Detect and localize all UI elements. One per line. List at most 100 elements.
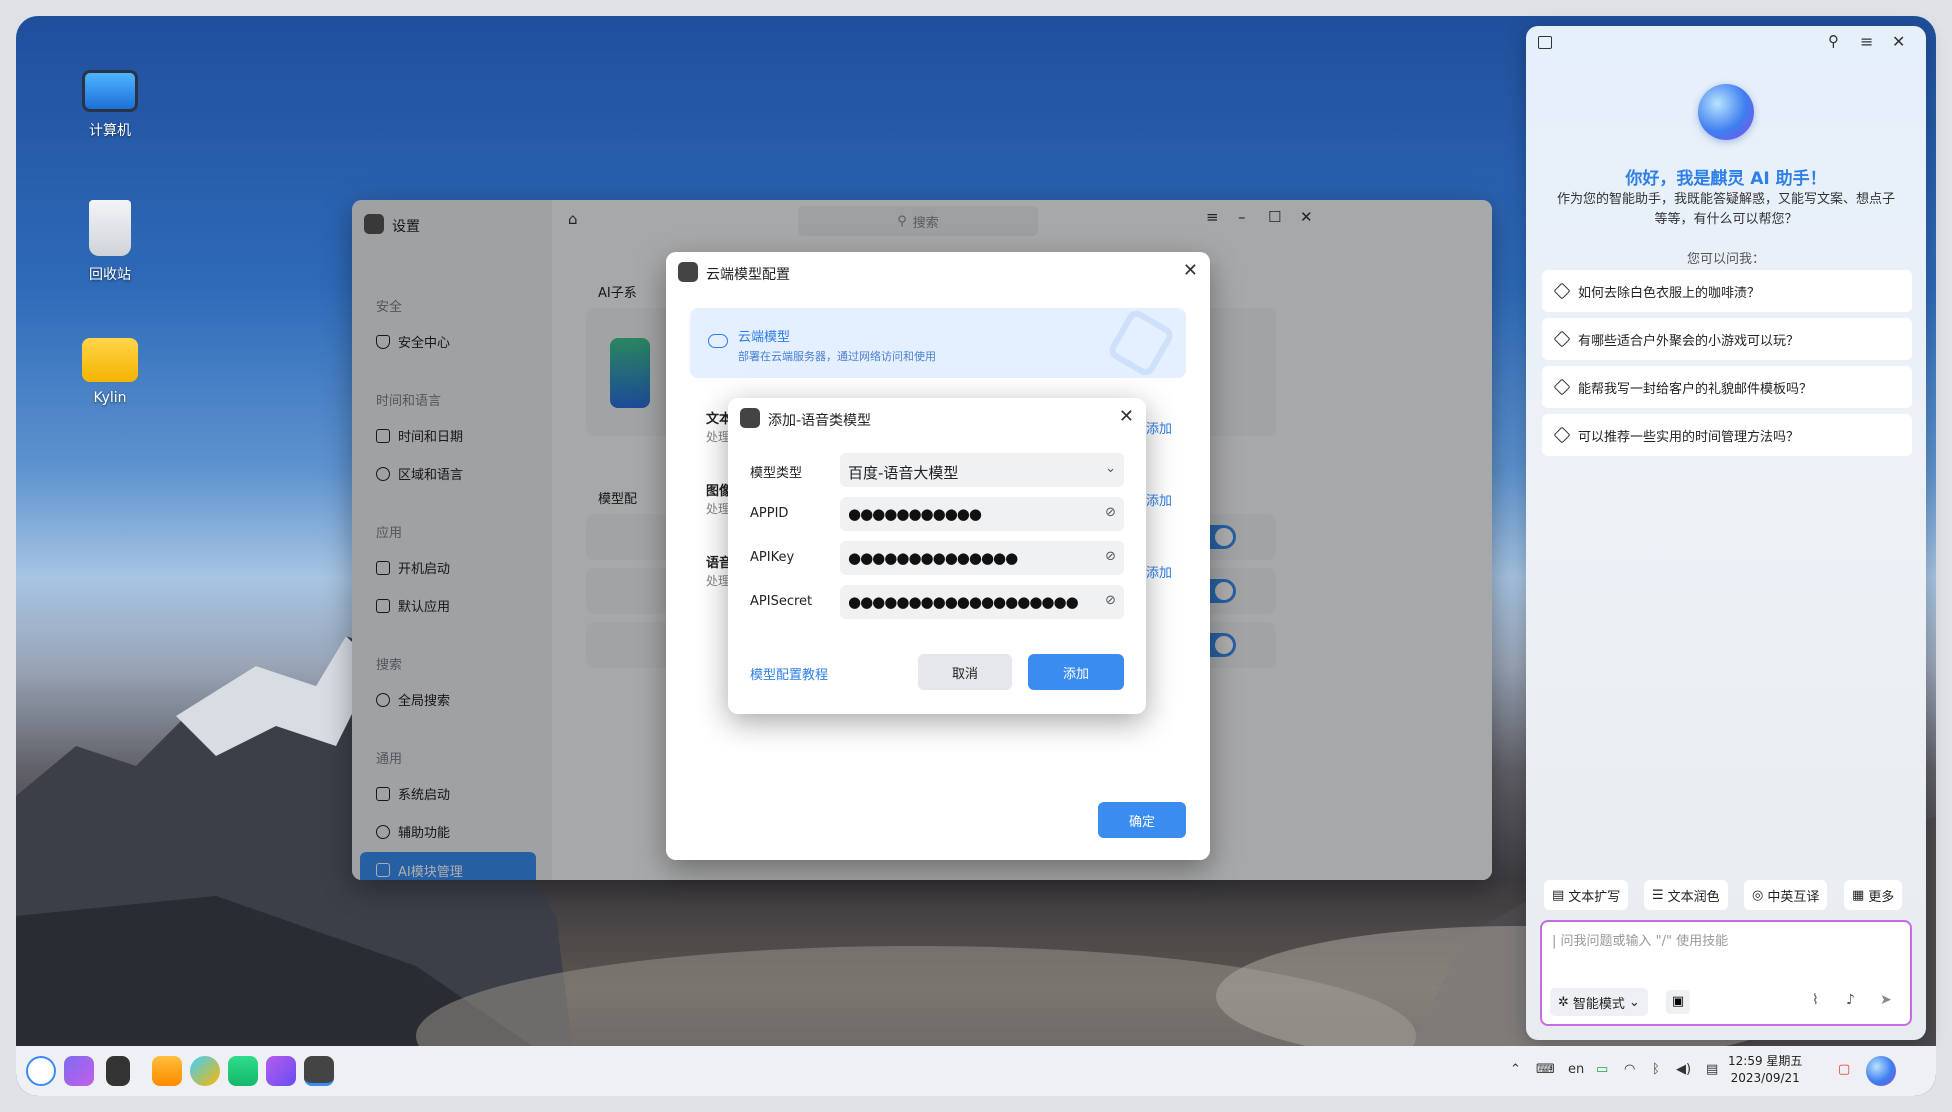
add-voice-model-dialog: 添加-语音类模型 ✕ 模型类型 百度-语音大模型 ⌄ APPID ●●●●●●●… xyxy=(728,398,1146,714)
cloud-banner-desc: 部署在云端服务器，通过网络访问和使用 xyxy=(738,350,936,363)
desktop-icon-kylin[interactable]: Kylin xyxy=(60,338,160,406)
close-icon[interactable]: ✕ xyxy=(1892,32,1905,51)
eye-off-icon[interactable]: ⊘ xyxy=(1105,549,1116,564)
cancel-button[interactable]: 取消 xyxy=(918,654,1012,690)
model-type-label: 模型类型 xyxy=(750,466,803,481)
ai-assistant-panel: ⚲ ≡ ✕ 你好，我是麒灵 AI 助手！ 作为您的智能助手，我既能答疑解惑，又能… xyxy=(1526,26,1926,1040)
chip-translate[interactable]: ◎ 中英互译 xyxy=(1744,880,1828,910)
desktop-icon-computer[interactable]: 计算机 xyxy=(60,70,160,140)
cube-icon xyxy=(1553,282,1571,300)
microphone-icon[interactable]: ♪ xyxy=(1846,992,1855,1008)
image-model-sub: 处理 xyxy=(706,502,731,516)
chevron-down-icon: ⌄ xyxy=(1105,461,1116,476)
taskbar: ⌃ ⌨ en ▭ ◠ ᛒ ◀) ▤ 12:59 星期五 2023/09/21 ▢ xyxy=(16,1046,1936,1096)
battery-icon[interactable]: ▭ xyxy=(1596,1062,1608,1077)
settings-app-icon xyxy=(678,262,698,282)
suggestion-4[interactable]: 可以推荐一些实用的时间管理方法吗？ xyxy=(1542,414,1912,456)
send-icon[interactable]: ➤ xyxy=(1880,992,1892,1008)
suggestion-1[interactable]: 如何去除白色衣服上的咖啡渍？ xyxy=(1542,270,1912,312)
cloud-banner-title: 云端模型 xyxy=(738,330,791,345)
ai-avatar xyxy=(1698,84,1754,140)
settings-taskbar-icon[interactable] xyxy=(304,1056,334,1086)
apisecret-input[interactable]: ●●●●●●●●●●●●●●●●●●● ⊘ xyxy=(840,585,1124,619)
voice-dialog-title: 添加-语音类模型 xyxy=(768,413,872,429)
text-model-sub: 处理 xyxy=(706,430,731,444)
smart-mode-dropdown[interactable]: ✲ 智能模式 ⌄ xyxy=(1550,988,1648,1016)
suggestion-2[interactable]: 有哪些适合户外聚会的小游戏可以玩？ xyxy=(1542,318,1912,360)
text-polish-icon: ☰ xyxy=(1652,887,1664,903)
menu-icon[interactable]: ≡ xyxy=(1860,32,1873,51)
appid-label: APPID xyxy=(750,506,789,521)
image-model-add-link[interactable]: 添加 xyxy=(1146,490,1172,509)
storage-icon[interactable]: ▤ xyxy=(1706,1062,1718,1077)
pin-icon[interactable]: ⚲ xyxy=(1828,32,1839,50)
clock[interactable]: 12:59 星期五 2023/09/21 xyxy=(1728,1053,1802,1087)
close-icon[interactable]: ✕ xyxy=(1119,406,1134,427)
grid-icon: ▦ xyxy=(1852,887,1865,903)
ai-input-placeholder: | 问我问题或输入 "/" 使用技能 xyxy=(1552,934,1729,949)
multitask-view-icon[interactable] xyxy=(106,1056,130,1086)
confirm-button[interactable]: 确定 xyxy=(1098,802,1186,838)
chat-app-icon[interactable] xyxy=(228,1056,258,1086)
cloud-model-banner: 云端模型 部署在云端服务器，通过网络访问和使用 xyxy=(690,308,1186,378)
clock-time: 12:59 星期五 xyxy=(1728,1054,1803,1068)
cube-icon xyxy=(1553,426,1571,444)
trash-icon xyxy=(89,200,131,256)
cloud-icon xyxy=(708,334,728,348)
chevron-down-icon: ⌄ xyxy=(1628,994,1640,1010)
attach-icon[interactable]: ⌇ xyxy=(1812,992,1819,1008)
input-lang[interactable]: en xyxy=(1568,1062,1584,1077)
apikey-input[interactable]: ●●●●●●●●●●●●●● ⊘ xyxy=(840,541,1124,575)
cube-icon xyxy=(1553,378,1571,396)
smart-mode-icon: ✲ xyxy=(1558,994,1569,1010)
translate-icon: ◎ xyxy=(1752,887,1764,903)
text-model-add-link[interactable]: 添加 xyxy=(1146,418,1172,437)
voice-model-sub: 处理 xyxy=(706,574,731,588)
add-button[interactable]: 添加 xyxy=(1028,654,1124,690)
voice-model-add-link[interactable]: 添加 xyxy=(1146,562,1172,581)
start-menu-icon[interactable] xyxy=(26,1056,56,1086)
clipboard-icon[interactable]: ▣ xyxy=(1666,990,1690,1014)
search-app-icon[interactable] xyxy=(64,1056,94,1086)
eye-off-icon[interactable]: ⊘ xyxy=(1105,505,1116,520)
apisecret-value: ●●●●●●●●●●●●●●●●●●● xyxy=(848,593,1079,611)
ai-question-input[interactable]: | 问我问题或输入 "/" 使用技能 ✲ 智能模式 ⌄ ▣ ⌇ ♪ ➤ xyxy=(1540,920,1912,1026)
browser-icon[interactable] xyxy=(190,1056,220,1086)
close-icon[interactable]: ✕ xyxy=(1183,260,1198,281)
tray-expand-icon[interactable]: ⌃ xyxy=(1510,1062,1521,1077)
apisecret-label: APISecret xyxy=(750,594,813,609)
chip-more[interactable]: ▦ 更多 xyxy=(1844,880,1903,910)
model-config-tutorial-link[interactable]: 模型配置教程 xyxy=(750,664,828,683)
ai-app-icon[interactable] xyxy=(266,1056,296,1086)
cube-watermark-icon xyxy=(1105,308,1177,378)
settings-app-icon xyxy=(740,408,760,428)
apikey-value: ●●●●●●●●●●●●●● xyxy=(848,549,1018,567)
cube-icon xyxy=(1553,330,1571,348)
wifi-icon[interactable]: ◠ xyxy=(1624,1062,1635,1077)
ai-assistant-taskbar-icon[interactable] xyxy=(1866,1056,1896,1086)
bluetooth-icon[interactable]: ᛒ xyxy=(1652,1062,1660,1077)
suggestion-3[interactable]: 能帮我写一封给客户的礼貌邮件模板吗？ xyxy=(1542,366,1912,408)
keyboard-icon[interactable]: ⌨ xyxy=(1536,1062,1555,1077)
appid-input[interactable]: ●●●●●●●●●●● ⊘ xyxy=(840,497,1124,531)
ai-intro: 作为您的智能助手，我既能答疑解惑，又能写文案、想点子等等，有什么可以帮您？ xyxy=(1556,192,1895,227)
volume-icon[interactable]: ◀) xyxy=(1676,1062,1691,1077)
ai-greeting: 你好，我是麒灵 AI 助手！ xyxy=(1625,169,1827,189)
model-type-value: 百度-语音大模型 xyxy=(848,464,959,482)
appid-value: ●●●●●●●●●●● xyxy=(848,505,982,523)
clock-date: 2023/09/21 xyxy=(1730,1071,1800,1085)
apikey-label: APIKey xyxy=(750,550,795,565)
cloud-dialog-title: 云端模型配置 xyxy=(706,267,790,283)
notification-icon[interactable]: ▢ xyxy=(1838,1062,1850,1077)
ai-ask-label: 您可以问我： xyxy=(1686,252,1765,267)
model-type-select[interactable]: 百度-语音大模型 ⌄ xyxy=(840,453,1124,487)
desktop-icon-trash[interactable]: 回收站 xyxy=(60,200,160,284)
folder-icon xyxy=(82,338,138,382)
chip-text-expand[interactable]: ▤ 文本扩写 xyxy=(1544,880,1629,910)
chip-text-polish[interactable]: ☰ 文本润色 xyxy=(1644,880,1728,910)
computer-icon xyxy=(82,70,138,112)
eye-off-icon[interactable]: ⊘ xyxy=(1105,593,1116,608)
sidebar-toggle-icon[interactable] xyxy=(1538,36,1552,49)
text-expand-icon: ▤ xyxy=(1552,887,1565,903)
app-store-icon[interactable] xyxy=(152,1056,182,1086)
